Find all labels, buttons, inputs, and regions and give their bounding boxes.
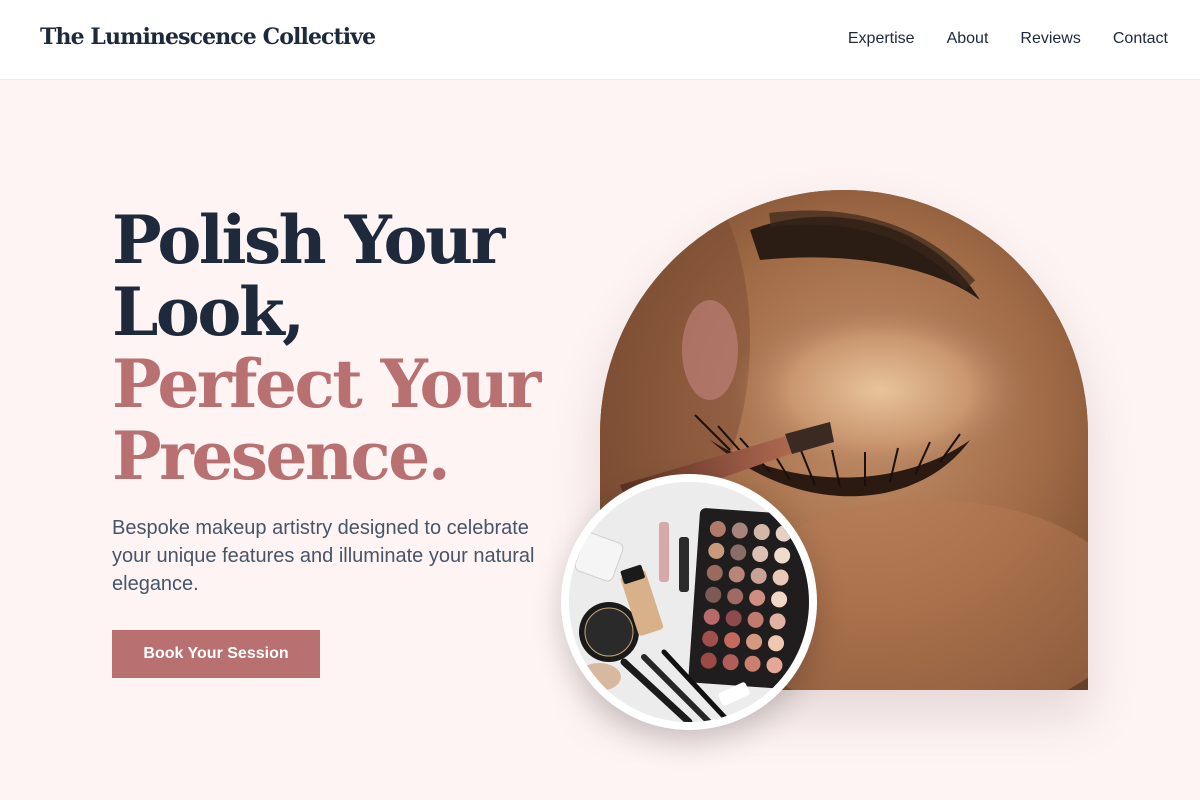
hero-title-line-2: Perfect Your Presence.	[112, 345, 541, 495]
site-header: The Luminescence Collective Expertise Ab…	[0, 0, 1200, 80]
hero-title-line-1: Polish Your Look,	[112, 201, 505, 351]
nav-link-expertise[interactable]: Expertise	[848, 30, 915, 48]
brand-logo[interactable]: The Luminescence Collective	[40, 24, 376, 50]
nav-link-contact[interactable]: Contact	[1113, 30, 1168, 48]
main-nav: Expertise About Reviews Contact	[848, 30, 1168, 48]
book-session-button[interactable]: Book Your Session	[112, 630, 320, 678]
makeup-products-photo	[569, 482, 809, 722]
makeup-products-image	[561, 474, 817, 730]
nav-link-reviews[interactable]: Reviews	[1020, 30, 1080, 48]
hero-subtitle: Bespoke makeup artistry designed to cele…	[112, 517, 535, 595]
hero-title: Polish Your Look, Perfect Your Presence.	[112, 204, 582, 492]
nav-link-about[interactable]: About	[947, 30, 989, 48]
